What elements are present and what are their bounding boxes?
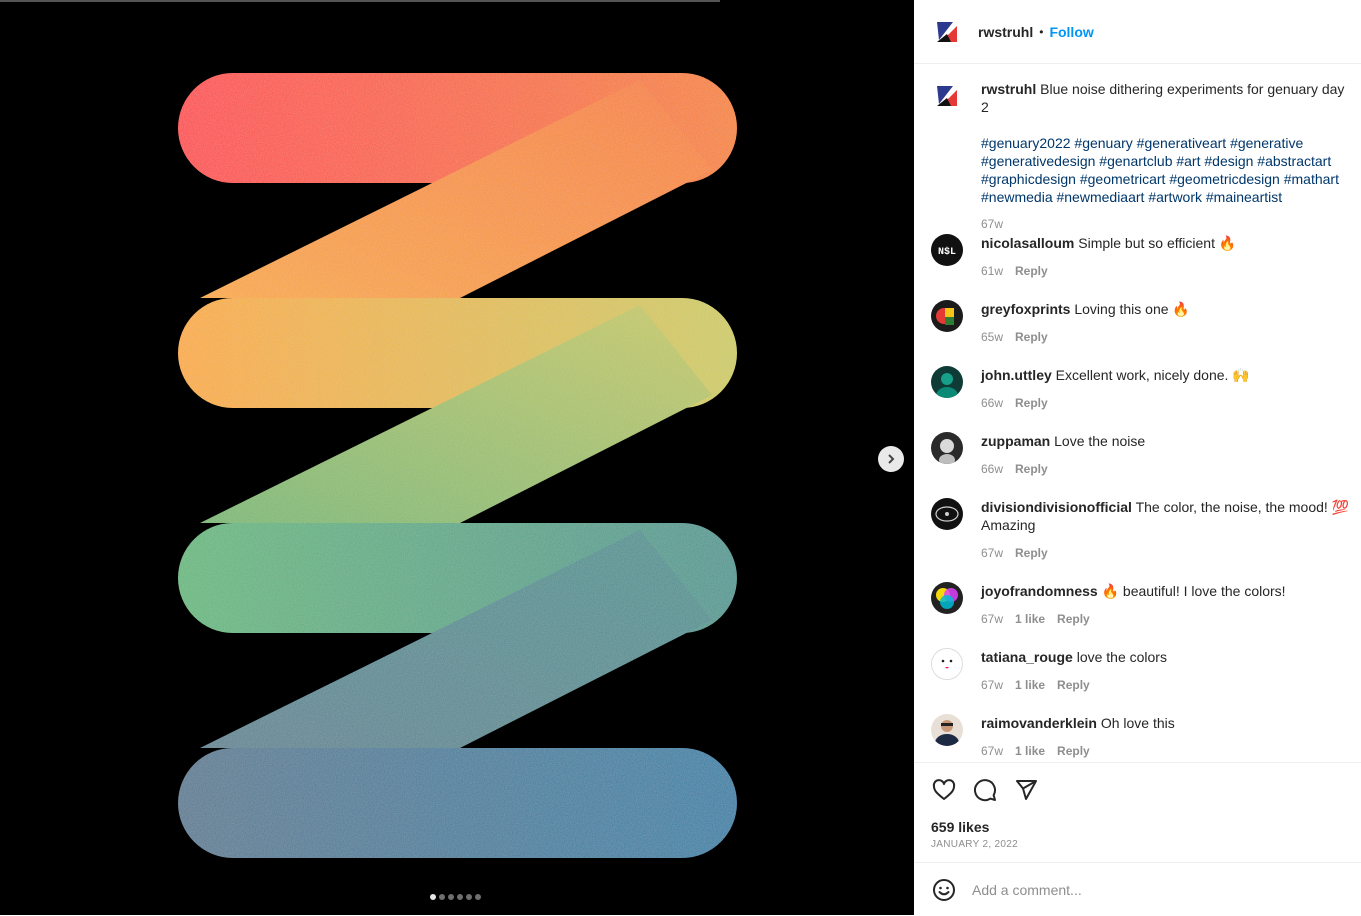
comment-username[interactable]: raimovanderklein xyxy=(981,715,1097,731)
likes-count[interactable]: 659 likes xyxy=(931,819,989,835)
author-username[interactable]: rwstruhl xyxy=(978,24,1033,40)
comment-text: Loving this one 🔥 xyxy=(1074,301,1190,317)
add-comment-bar xyxy=(914,862,1361,916)
comment-time[interactable]: 67w xyxy=(981,215,1003,233)
comment-time[interactable]: 66w xyxy=(981,460,1003,478)
reply-button[interactable]: Reply xyxy=(1015,262,1048,280)
slide-dot[interactable] xyxy=(448,894,454,900)
comment-text: Love the noise xyxy=(1054,433,1146,449)
comment-username[interactable]: joyofrandomness xyxy=(981,583,1098,599)
comment-text: Simple but so efficient 🔥 xyxy=(1078,235,1237,251)
comment-time[interactable]: 65w xyxy=(981,328,1003,346)
comment-time[interactable]: 66w xyxy=(981,394,1003,412)
post-header: rwstruhl • Follow xyxy=(914,0,1361,64)
comment-time[interactable]: 67w xyxy=(981,742,1003,760)
comment-time[interactable]: 67w xyxy=(981,544,1003,562)
svg-text:N$L: N$L xyxy=(938,246,956,258)
smiley-icon xyxy=(933,878,955,901)
caption-hashtags[interactable]: #genuary2022 #genuary #generativeart #ge… xyxy=(981,134,1356,206)
emoji-button[interactable] xyxy=(931,877,957,903)
paper-plane-icon xyxy=(1016,780,1037,800)
reply-button[interactable]: Reply xyxy=(1015,328,1048,346)
add-comment-input[interactable] xyxy=(970,880,1314,899)
comment-username[interactable]: nicolasalloum xyxy=(981,235,1074,251)
slide-dot[interactable] xyxy=(439,894,445,900)
commenter-avatar[interactable] xyxy=(931,582,963,614)
comment-bubble-icon xyxy=(974,779,996,802)
post-media xyxy=(0,0,914,915)
comment-text: Excellent work, nicely done. 🙌 xyxy=(1055,367,1250,383)
commenter-avatar[interactable] xyxy=(931,714,963,746)
comment-username[interactable]: rwstruhl xyxy=(981,81,1036,97)
comment-button[interactable] xyxy=(972,777,998,803)
comment-username[interactable]: divisiondivisionofficial xyxy=(981,499,1132,515)
commenter-avatar[interactable] xyxy=(931,432,963,464)
comment-text: Oh love this xyxy=(1100,715,1175,731)
reply-button[interactable]: Reply xyxy=(1057,676,1090,694)
post-actions: 659 likes JANUARY 2, 2022 xyxy=(914,762,1361,850)
post-side-panel: rwstruhl • Follow rwstruhl Blue noise di… xyxy=(914,0,1361,915)
reply-button[interactable]: Reply xyxy=(1015,460,1048,478)
commenter-avatar[interactable] xyxy=(931,300,963,332)
reply-button[interactable]: Reply xyxy=(1015,394,1048,412)
author-avatar[interactable] xyxy=(931,80,963,112)
next-slide-button[interactable] xyxy=(878,446,904,472)
slide-dot[interactable] xyxy=(466,894,472,900)
commenter-avatar[interactable] xyxy=(931,498,963,530)
follow-button[interactable]: Follow xyxy=(1049,24,1093,40)
commenter-avatar[interactable] xyxy=(931,366,963,398)
band-slate-blue xyxy=(178,748,737,858)
heart-icon xyxy=(932,779,956,800)
comment-time[interactable]: 67w xyxy=(981,676,1003,694)
comment-likes-count[interactable]: 1 like xyxy=(1015,742,1045,760)
reply-button[interactable]: Reply xyxy=(1057,742,1090,760)
reply-button[interactable]: Reply xyxy=(1015,544,1048,562)
slide-dot[interactable] xyxy=(475,894,481,900)
comment-likes-count[interactable]: 1 like xyxy=(1015,610,1045,628)
author-avatar[interactable] xyxy=(931,15,963,48)
chevron-right-icon xyxy=(888,454,895,464)
header-separator: • xyxy=(1039,24,1044,39)
comment-time[interactable]: 61w xyxy=(981,262,1003,280)
comment-text: 🔥 beautiful! I love the colors! xyxy=(1101,583,1286,599)
post-date[interactable]: JANUARY 2, 2022 xyxy=(931,839,1018,850)
commenter-avatar[interactable] xyxy=(931,648,963,680)
share-button[interactable] xyxy=(1013,777,1039,803)
comment-username[interactable]: john.uttley xyxy=(981,367,1052,383)
slide-dot[interactable] xyxy=(457,894,463,900)
caption-text: Blue noise dithering experiments for gen… xyxy=(981,81,1345,115)
comment-username[interactable]: zuppaman xyxy=(981,433,1050,449)
reply-button[interactable]: Reply xyxy=(1057,610,1090,628)
commenter-avatar[interactable]: N$L xyxy=(931,234,963,266)
comment-likes-count[interactable]: 1 like xyxy=(1015,676,1045,694)
comment-time[interactable]: 67w xyxy=(981,610,1003,628)
comments-list[interactable]: rwstruhl Blue noise dithering experiment… xyxy=(914,64,1361,762)
comment-username[interactable]: greyfoxprints xyxy=(981,301,1070,317)
slide-indicator xyxy=(430,894,481,900)
comment-username[interactable]: tatiana_rouge xyxy=(981,649,1073,665)
slide-dot[interactable] xyxy=(430,894,436,900)
like-button[interactable] xyxy=(931,777,957,803)
zigzag-artwork xyxy=(178,73,737,858)
comment-text: love the colors xyxy=(1076,649,1167,665)
